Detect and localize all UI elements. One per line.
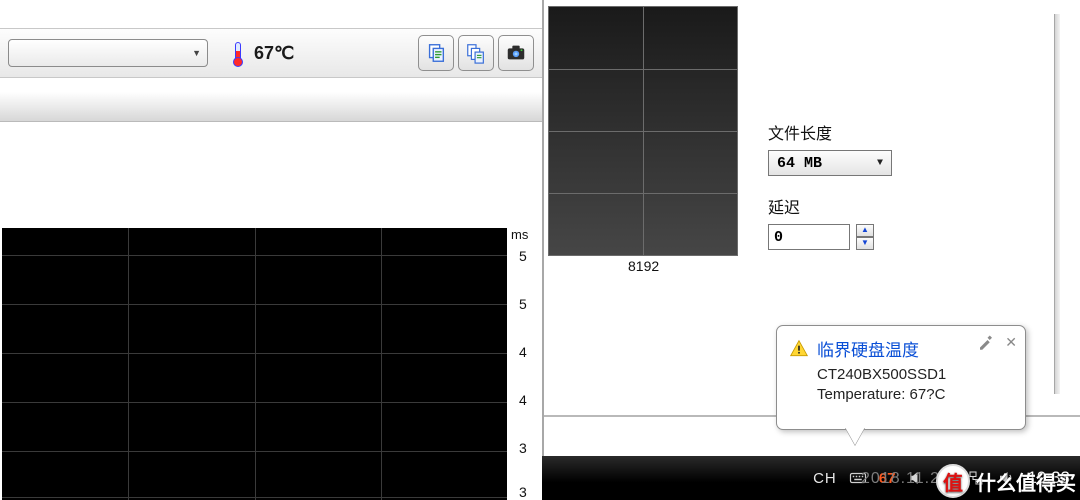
delay-spin-down[interactable]: ▼ (856, 237, 874, 250)
latency-chart (2, 228, 507, 500)
balloon-tail (845, 427, 865, 445)
drive-select-combo[interactable] (8, 39, 208, 67)
file-length-label: 文件长度 (768, 120, 948, 144)
delay-label: 延迟 (768, 194, 948, 218)
balloon-device: CT240BX500SSD1 (817, 365, 1013, 385)
balloon-temperature: Temperature: 67?C (817, 385, 1013, 405)
block-size-chart (548, 6, 738, 256)
ytick: 4 (519, 344, 527, 360)
balloon-title: 临界硬盘温度 (817, 336, 919, 361)
window-frame-right (1054, 14, 1060, 394)
file-length-select[interactable]: 64 MB (768, 150, 892, 176)
overlay-date-fragment: 2018.11.2 (861, 470, 940, 488)
ytick: 3 (519, 484, 527, 500)
block-chart-x-max: 8192 (628, 258, 659, 274)
delay-input[interactable] (768, 224, 850, 250)
temperature-indicator: 67℃ (230, 39, 294, 67)
smzdm-badge-icon: 值 (936, 464, 970, 498)
temperature-balloon-tip: ✕ 临界硬盘温度 CT240BX500SSD1 Temperature: 67?… (776, 325, 1026, 430)
column-header-band (0, 92, 542, 122)
settings-form: 文件长度 64 MB 延迟 ▲ ▼ (768, 120, 948, 250)
thermometer-icon (230, 39, 246, 67)
delay-spin-up[interactable]: ▲ (856, 224, 874, 237)
ime-indicator[interactable]: CH (813, 470, 837, 487)
ytick: 5 (519, 248, 527, 264)
ytick: 4 (519, 392, 527, 408)
temperature-value: 67℃ (254, 43, 294, 64)
balloon-close-icon[interactable]: ✕ (1005, 334, 1017, 355)
file-length-value: 64 MB (777, 155, 822, 172)
chart-y-unit: ms (511, 227, 528, 242)
copy-all-button[interactable] (458, 35, 494, 71)
copy-button[interactable] (418, 35, 454, 71)
balloon-settings-icon[interactable] (977, 334, 995, 355)
delay-spinner: ▲ ▼ (856, 224, 874, 250)
ytick: 3 (519, 440, 527, 456)
smzdm-text: 什么值得买 (976, 467, 1076, 496)
crystal-diskinfo-window: 67℃ ms 5 5 4 4 3 3 (0, 0, 542, 500)
toolbar: 67℃ (0, 28, 542, 78)
ytick: 5 (519, 296, 527, 312)
toolbar-buttons (418, 35, 534, 71)
screenshot-button[interactable] (498, 35, 534, 71)
smzdm-watermark: 值 什么值得买 (936, 464, 1076, 498)
warning-icon (789, 339, 809, 359)
